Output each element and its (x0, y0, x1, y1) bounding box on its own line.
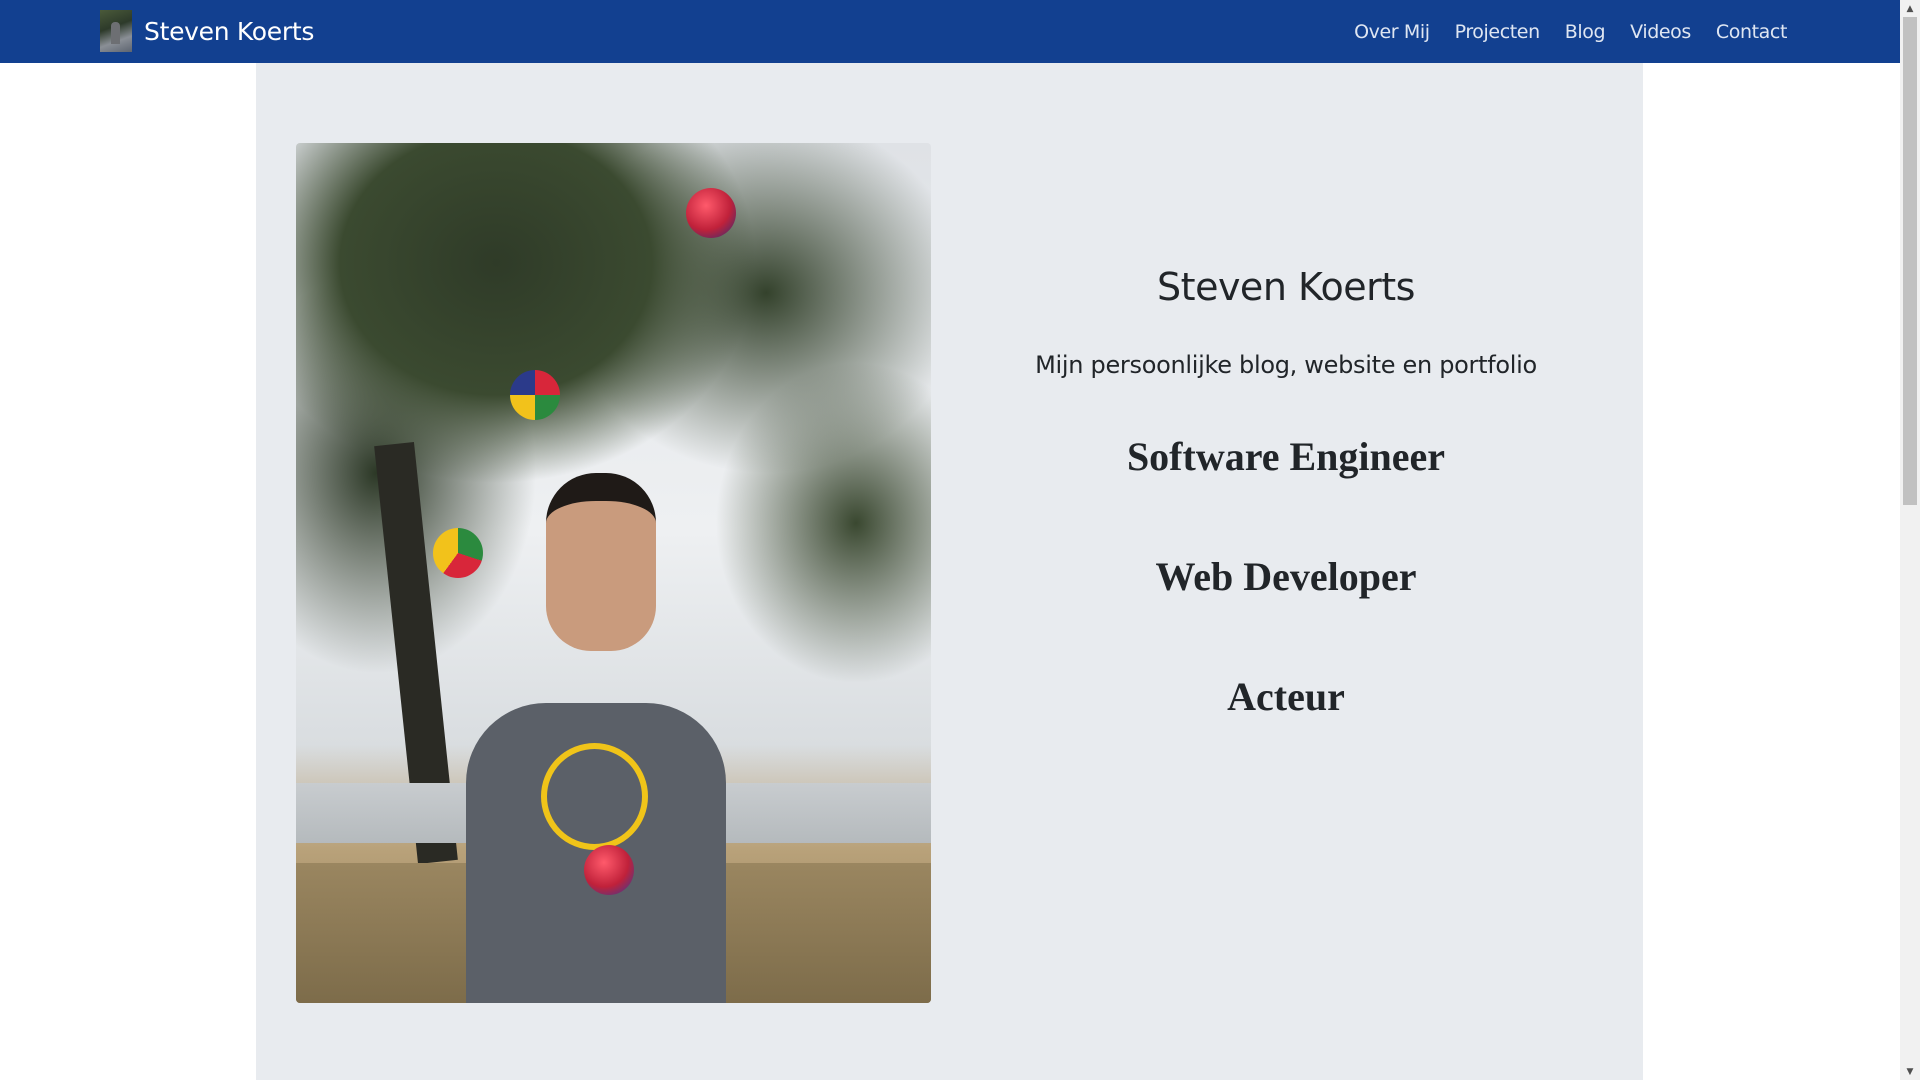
nav-link-blog[interactable]: Blog (1565, 21, 1606, 43)
scroll-up-arrow-icon[interactable]: ▲ (1900, 0, 1920, 17)
role-web-developer: Web Developer (1155, 554, 1417, 599)
brand-link[interactable]: Steven Koerts (100, 10, 314, 52)
nav-link-videos[interactable]: Videos (1630, 21, 1691, 43)
role-software-engineer: Software Engineer (1126, 434, 1446, 479)
role-acteur: Acteur (1227, 674, 1345, 719)
top-navbar: Steven Koerts Over Mij Projecten Blog Vi… (0, 0, 1900, 63)
scroll-down-arrow-icon[interactable]: ▼ (1900, 1063, 1920, 1080)
juggling-ball (686, 188, 736, 238)
juggling-ball (584, 845, 634, 895)
brand-name: Steven Koerts (144, 16, 315, 46)
nav-link-contact[interactable]: Contact (1716, 21, 1788, 43)
brand-avatar (100, 10, 132, 52)
nav-links: Over Mij Projecten Blog Videos Contact (1329, 0, 1787, 63)
nav-link-projecten[interactable]: Projecten (1455, 21, 1541, 43)
nav-link-over-mij[interactable]: Over Mij (1354, 21, 1430, 43)
photo-shirt-logo (541, 743, 648, 850)
hero-title: Steven Koerts (1157, 265, 1415, 309)
scrollbar-thumb[interactable] (1903, 17, 1917, 505)
vertical-scrollbar[interactable]: ▲ ▼ (1900, 0, 1920, 1080)
hero-section: Steven Koerts Mijn persoonlijke blog, we… (256, 63, 1643, 1080)
juggling-ball (510, 370, 560, 420)
hero-subtitle: Mijn persoonlijke blog, website en portf… (1035, 351, 1537, 379)
profile-photo (296, 143, 931, 1003)
juggling-ball (433, 528, 483, 578)
photo-person-head (546, 473, 656, 651)
